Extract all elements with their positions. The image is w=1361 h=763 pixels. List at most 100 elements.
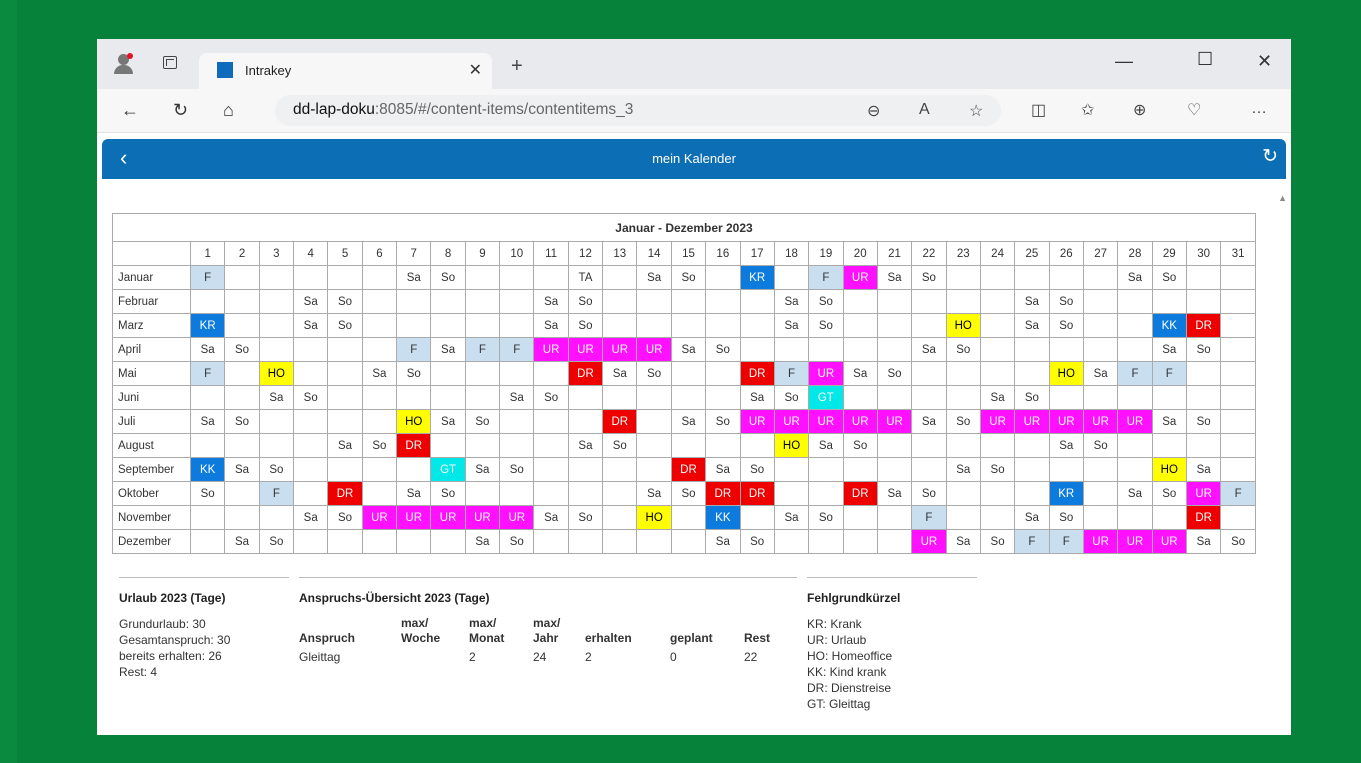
day-cell[interactable]: KR xyxy=(189,313,226,338)
day-cell[interactable]: Sa xyxy=(876,481,913,506)
day-cell[interactable] xyxy=(1014,433,1050,458)
reload-icon[interactable]: ↻ xyxy=(173,100,188,121)
day-cell[interactable] xyxy=(979,481,1016,506)
day-cell[interactable] xyxy=(808,481,844,506)
window-close-icon[interactable]: ✕ xyxy=(1257,51,1272,72)
day-cell[interactable]: UR xyxy=(1151,529,1187,554)
day-cell[interactable]: GT xyxy=(808,385,844,410)
day-cell[interactable]: So xyxy=(396,361,432,386)
day-cell[interactable]: Sa xyxy=(189,409,226,434)
day-cell[interactable] xyxy=(189,529,226,554)
day-cell[interactable]: Sa xyxy=(1185,529,1222,554)
day-cell[interactable]: So xyxy=(224,337,260,362)
day-cell[interactable]: UR xyxy=(808,409,844,434)
day-cell[interactable] xyxy=(876,529,913,554)
day-cell[interactable]: DR xyxy=(327,481,363,506)
day-cell[interactable]: HO xyxy=(1048,361,1084,386)
day-cell[interactable] xyxy=(739,337,775,362)
day-cell[interactable]: UR xyxy=(499,505,535,530)
day-cell[interactable] xyxy=(1082,481,1119,506)
day-cell[interactable]: DR xyxy=(1185,313,1222,338)
day-cell[interactable] xyxy=(224,313,260,338)
day-cell[interactable] xyxy=(602,289,638,314)
health-icon[interactable]: ♡ xyxy=(1187,100,1201,120)
day-cell[interactable] xyxy=(1185,265,1222,290)
day-cell[interactable]: KK xyxy=(189,457,226,482)
day-cell[interactable] xyxy=(1220,265,1256,290)
day-cell[interactable]: So xyxy=(499,529,535,554)
day-cell[interactable]: HO xyxy=(1151,457,1187,482)
day-cell[interactable]: So xyxy=(258,457,295,482)
day-cell[interactable]: UR xyxy=(1082,409,1119,434)
day-cell[interactable]: HO xyxy=(945,313,981,338)
day-cell[interactable]: UR xyxy=(1048,409,1084,434)
day-cell[interactable] xyxy=(876,385,913,410)
back-icon[interactable]: ← xyxy=(121,100,139,121)
day-cell[interactable] xyxy=(361,409,398,434)
day-cell[interactable] xyxy=(1014,337,1050,362)
day-cell[interactable]: Sa xyxy=(636,265,672,290)
day-cell[interactable]: So xyxy=(670,481,707,506)
day-cell[interactable]: KK xyxy=(705,505,741,530)
day-cell[interactable]: UR xyxy=(1117,409,1153,434)
day-cell[interactable]: F xyxy=(773,361,810,386)
day-cell[interactable] xyxy=(430,433,466,458)
read-aloud-icon[interactable]: A xyxy=(919,101,930,119)
day-cell[interactable]: F xyxy=(189,361,226,386)
day-cell[interactable] xyxy=(1151,505,1187,530)
day-cell[interactable] xyxy=(911,361,947,386)
day-cell[interactable]: UR xyxy=(1082,529,1119,554)
day-cell[interactable] xyxy=(224,265,260,290)
profile-icon[interactable] xyxy=(113,53,135,75)
day-cell[interactable]: Sa xyxy=(499,385,535,410)
day-cell[interactable] xyxy=(1117,457,1153,482)
day-cell[interactable] xyxy=(911,433,947,458)
day-cell[interactable]: So xyxy=(911,265,947,290)
day-cell[interactable] xyxy=(1014,481,1050,506)
day-cell[interactable] xyxy=(670,313,707,338)
day-cell[interactable]: Sa xyxy=(189,337,226,362)
day-cell[interactable] xyxy=(327,361,363,386)
day-cell[interactable]: So xyxy=(464,409,501,434)
day-cell[interactable]: F xyxy=(499,337,535,362)
day-cell[interactable] xyxy=(293,409,329,434)
more-icon[interactable]: … xyxy=(1251,100,1267,118)
day-cell[interactable]: KR xyxy=(1048,481,1084,506)
day-cell[interactable]: Sa xyxy=(533,505,569,530)
day-cell[interactable] xyxy=(979,361,1016,386)
day-cell[interactable] xyxy=(1048,265,1084,290)
day-cell[interactable]: Sa xyxy=(430,337,466,362)
day-cell[interactable] xyxy=(602,481,638,506)
day-cell[interactable]: Sa xyxy=(636,481,672,506)
day-cell[interactable] xyxy=(1220,433,1256,458)
day-cell[interactable]: GT xyxy=(430,457,466,482)
day-cell[interactable] xyxy=(1117,385,1153,410)
day-cell[interactable] xyxy=(293,457,329,482)
day-cell[interactable]: So xyxy=(1048,289,1084,314)
day-cell[interactable]: HO xyxy=(636,505,672,530)
day-cell[interactable] xyxy=(911,457,947,482)
day-cell[interactable] xyxy=(773,337,810,362)
day-cell[interactable]: So xyxy=(911,481,947,506)
day-cell[interactable] xyxy=(327,409,363,434)
day-cell[interactable]: UR xyxy=(1014,409,1050,434)
day-cell[interactable]: UR xyxy=(361,505,398,530)
day-cell[interactable]: So xyxy=(1185,409,1222,434)
day-cell[interactable] xyxy=(464,385,501,410)
day-cell[interactable]: DR xyxy=(739,481,775,506)
day-cell[interactable]: Sa xyxy=(773,505,810,530)
day-cell[interactable] xyxy=(945,481,981,506)
day-cell[interactable]: So xyxy=(567,289,604,314)
day-cell[interactable] xyxy=(842,529,878,554)
day-cell[interactable] xyxy=(567,529,604,554)
day-cell[interactable]: F xyxy=(911,505,947,530)
day-cell[interactable] xyxy=(636,457,672,482)
day-cell[interactable] xyxy=(499,361,535,386)
day-cell[interactable]: Sa xyxy=(293,289,329,314)
day-cell[interactable] xyxy=(739,289,775,314)
day-cell[interactable]: Sa xyxy=(293,505,329,530)
day-cell[interactable] xyxy=(567,409,604,434)
day-cell[interactable] xyxy=(327,529,363,554)
day-cell[interactable]: Sa xyxy=(396,481,432,506)
day-cell[interactable] xyxy=(1151,433,1187,458)
